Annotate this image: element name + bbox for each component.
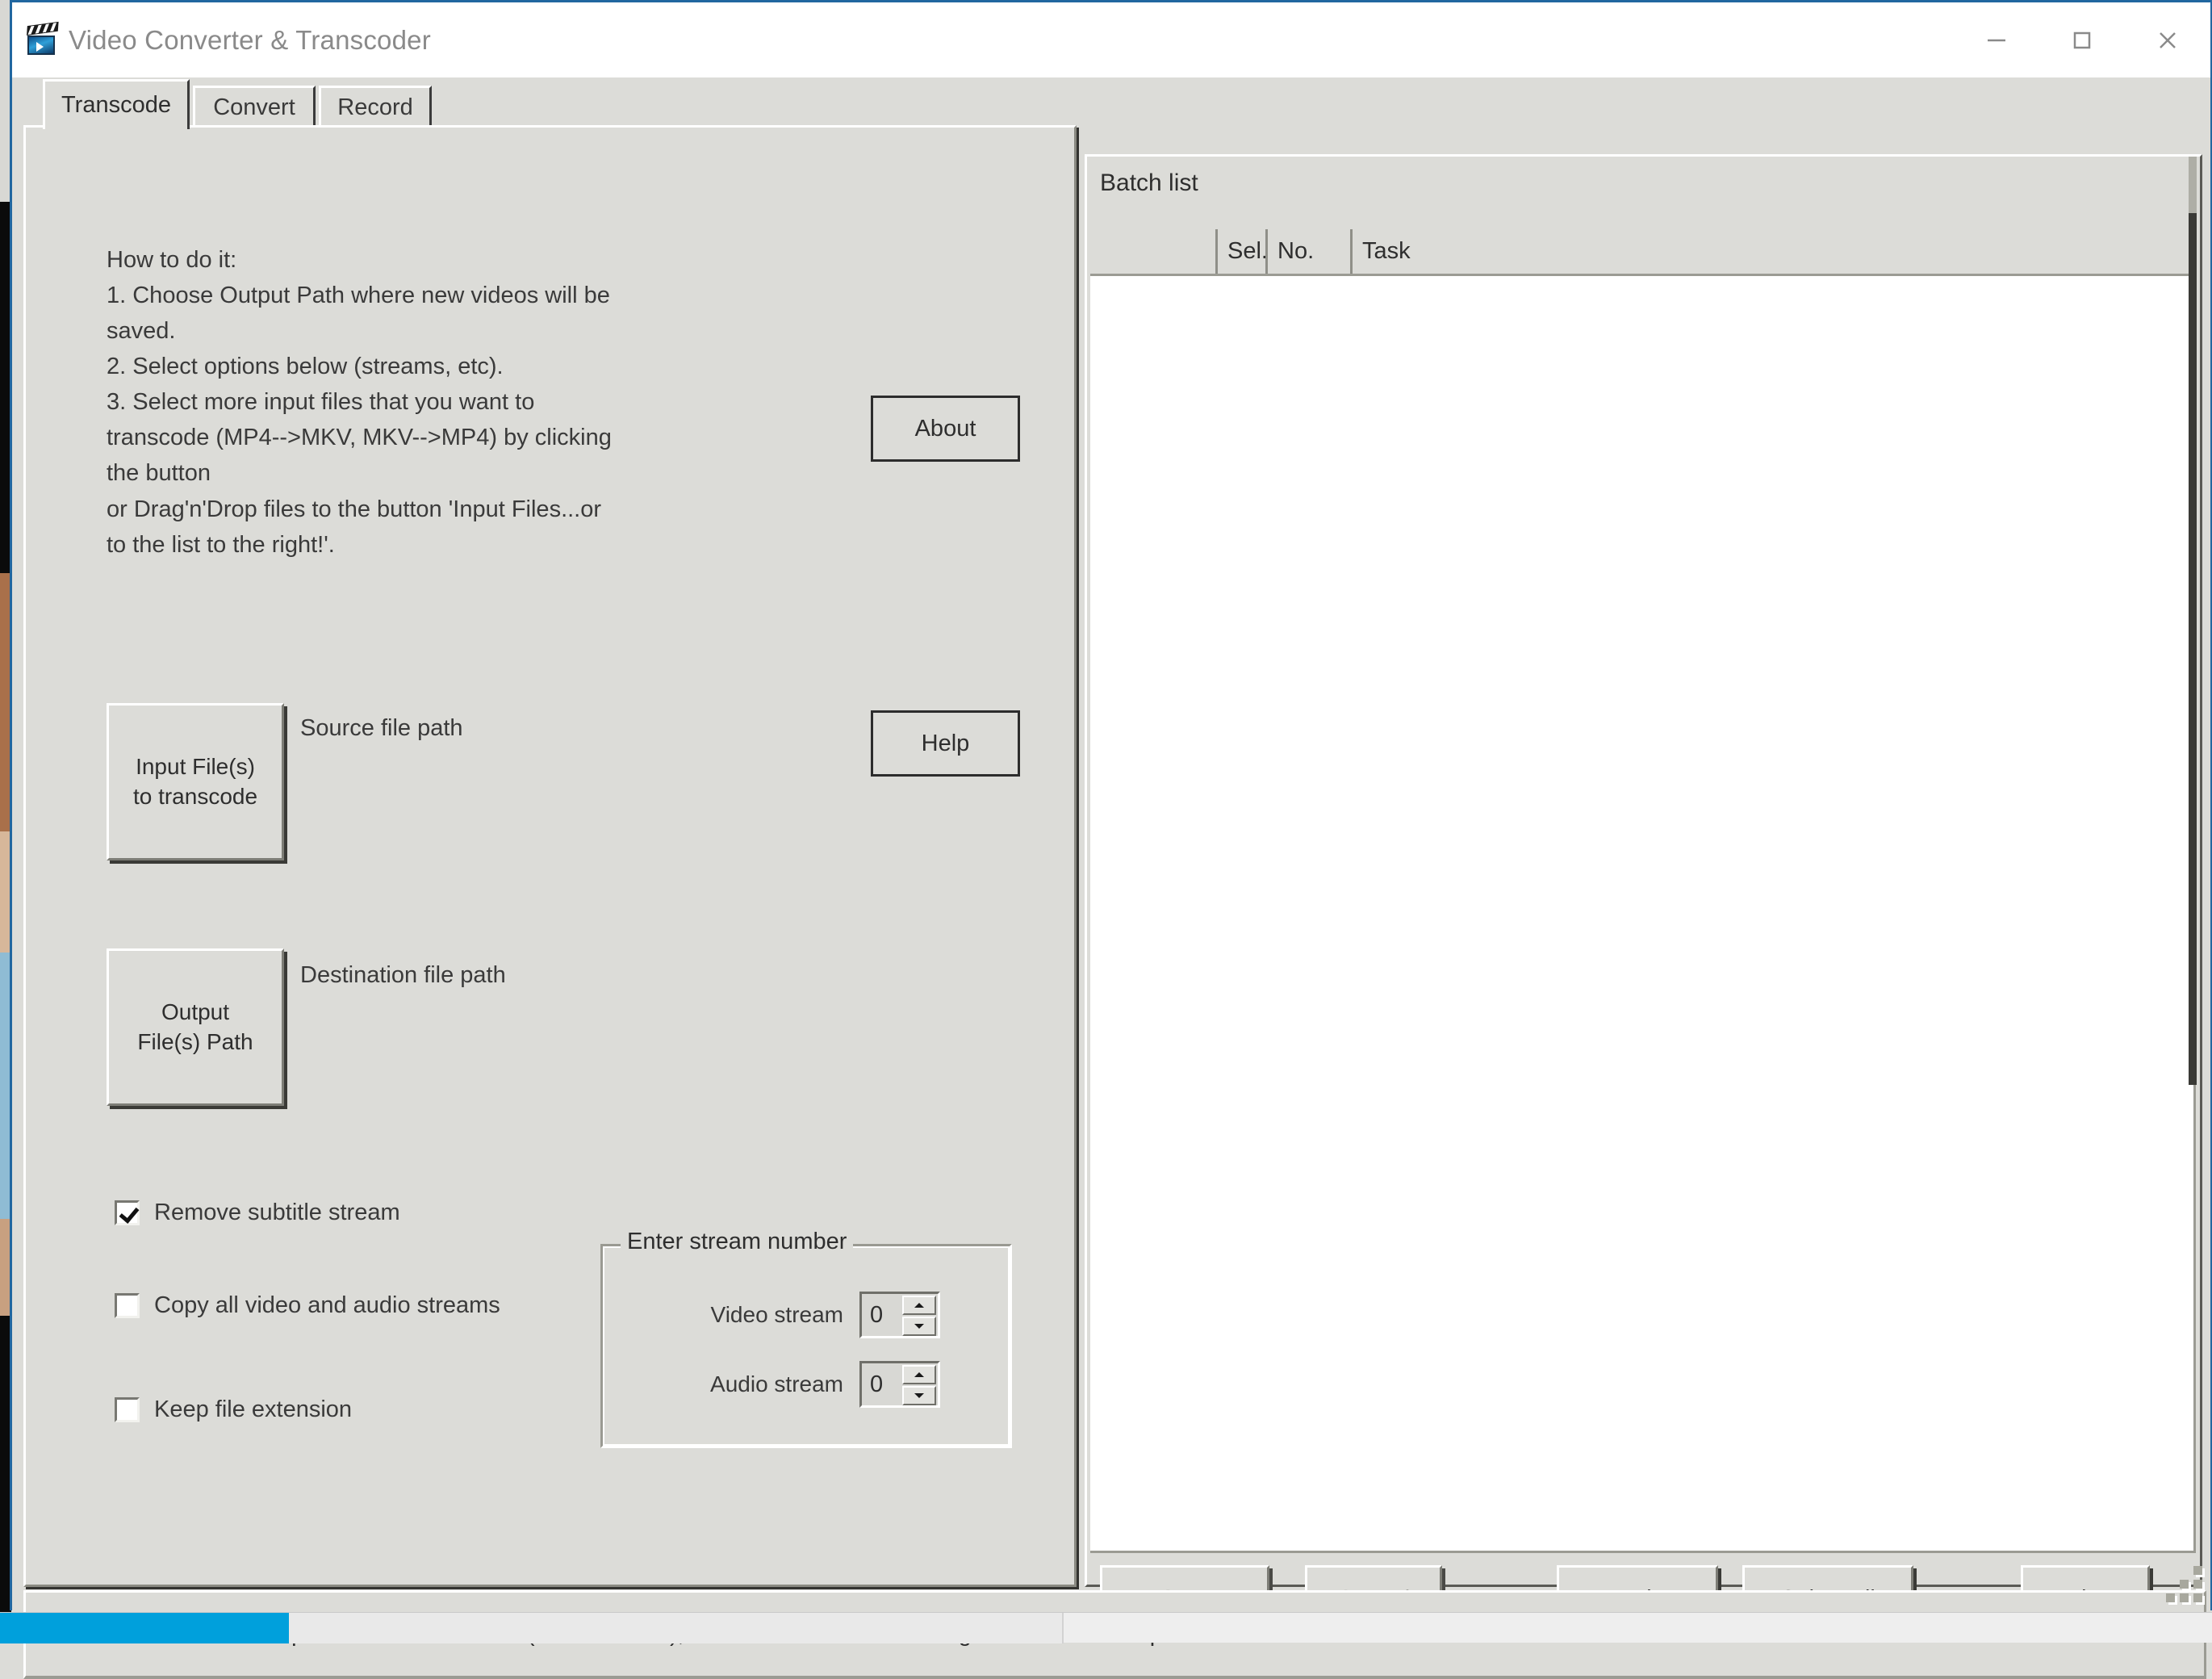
batch-list-title: Batch list (1100, 170, 1198, 197)
taskbar-active-item[interactable] (0, 1613, 289, 1643)
column-header-task[interactable]: Task (1350, 229, 1592, 274)
tab-convert[interactable]: Convert (193, 86, 316, 128)
checkbox-label: Keep file extension (154, 1396, 352, 1423)
tab-record-label: Record (337, 94, 413, 121)
tab-strip: Transcode Convert Record (43, 79, 1077, 128)
video-stream-increment-icon[interactable] (902, 1296, 936, 1315)
audio-stream-value: 0 (862, 1371, 883, 1398)
scrollbar-thumb[interactable] (2189, 157, 2197, 213)
help-button[interactable]: Help (871, 710, 1020, 777)
stream-number-groupbox: Enter stream number Video stream 0 (600, 1244, 1012, 1448)
left-panel: Transcode Convert Record How to do it: 1… (23, 79, 1077, 1587)
about-button[interactable]: About (871, 396, 1020, 462)
tab-record[interactable]: Record (319, 86, 432, 128)
batch-list-header-row: Sel. No. Task (1090, 229, 2196, 276)
checkbox-box (115, 1397, 140, 1422)
checkbox-keep-file-extension[interactable]: Keep file extension (115, 1396, 352, 1423)
taskbar (0, 1612, 2212, 1643)
checkbox-box (115, 1200, 140, 1225)
audio-stream-row: Audio stream 0 (633, 1361, 940, 1408)
window-title: Video Converter & Transcoder (69, 25, 431, 56)
taskbar-item[interactable] (289, 1613, 1064, 1643)
tab-transcode[interactable]: Transcode (43, 79, 190, 129)
column-header-no[interactable]: No. (1265, 229, 1350, 274)
batch-list-panel: Batch list Sel. No. Task Start Cancel Un… (1085, 154, 2202, 1587)
howto-instructions: How to do it: 1. Choose Output Path wher… (107, 242, 720, 563)
video-stream-stepper[interactable]: 0 (859, 1292, 940, 1338)
maximize-button[interactable] (2039, 2, 2125, 77)
tab-convert-label: Convert (213, 94, 295, 121)
tab-transcode-label: Transcode (61, 92, 171, 119)
close-button[interactable] (2125, 2, 2210, 77)
video-stream-row: Video stream 0 (633, 1292, 940, 1338)
window-controls (1954, 2, 2210, 77)
video-stream-label: Video stream (633, 1302, 843, 1328)
column-header-sel[interactable]: Sel. (1215, 229, 1265, 274)
application-window: Video Converter & Transcoder (10, 0, 2212, 1610)
checkbox-box (115, 1293, 140, 1318)
video-stream-decrement-icon[interactable] (902, 1317, 936, 1336)
destination-file-path-label: Destination file path (300, 962, 506, 989)
video-stream-value: 0 (862, 1302, 883, 1329)
batch-list-body[interactable] (1090, 276, 2196, 1553)
checkbox-remove-subtitle-stream[interactable]: Remove subtitle stream (115, 1200, 400, 1226)
input-files-button[interactable]: Input File(s) to transcode (107, 703, 284, 860)
output-path-button[interactable]: Output File(s) Path (107, 948, 284, 1106)
audio-stream-increment-icon[interactable] (902, 1365, 936, 1384)
checkbox-label: Copy all video and audio streams (154, 1292, 500, 1319)
source-file-path-label: Source file path (300, 715, 463, 742)
audio-stream-stepper[interactable]: 0 (859, 1361, 940, 1408)
stream-number-legend: Enter stream number (621, 1229, 853, 1255)
taskbar-empty-area (1064, 1613, 2212, 1643)
checkbox-label: Remove subtitle stream (154, 1200, 400, 1226)
resize-grip[interactable] (2165, 1566, 2202, 1603)
batch-list-table: Sel. No. Task (1090, 229, 2196, 1553)
window-body: Transcode Convert Record How to do it: 1… (12, 77, 2210, 1613)
checkbox-copy-all-streams[interactable]: Copy all video and audio streams (115, 1292, 500, 1319)
film-clapperboard-icon (27, 26, 59, 55)
minimize-button[interactable] (1954, 2, 2039, 77)
audio-stream-label: Audio stream (633, 1371, 843, 1397)
tab-content-transcode: How to do it: 1. Choose Output Path wher… (23, 125, 1077, 1587)
window-scrollbar[interactable] (2189, 157, 2197, 1085)
title-bar: Video Converter & Transcoder (12, 2, 2210, 77)
audio-stream-decrement-icon[interactable] (902, 1386, 936, 1405)
